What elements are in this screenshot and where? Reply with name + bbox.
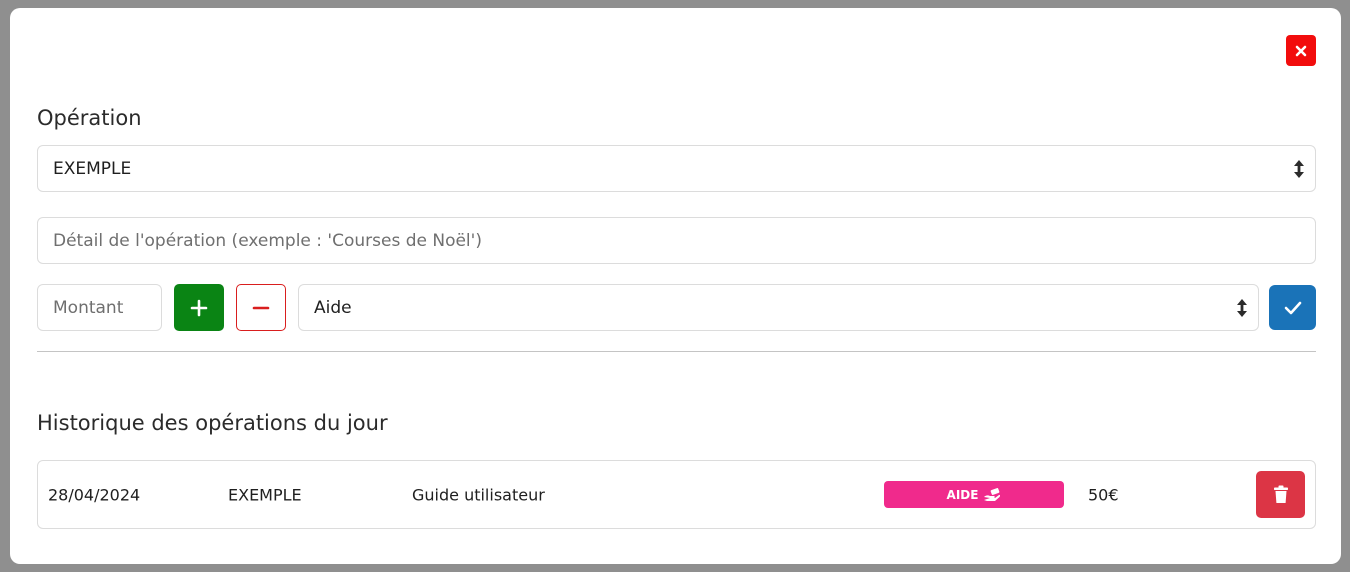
operation-modal: Opération EXEMPLE Détail de l'opération … — [10, 8, 1341, 564]
amount-input[interactable]: Montant — [37, 284, 162, 331]
add-button[interactable] — [174, 284, 224, 331]
category-badge-label: AIDE — [946, 487, 979, 502]
divider — [37, 351, 1316, 352]
row-amount: 50€ — [1088, 485, 1119, 504]
operation-select-value: EXEMPLE — [53, 158, 132, 179]
close-button[interactable] — [1286, 35, 1316, 66]
operation-select[interactable]: EXEMPLE — [37, 145, 1316, 192]
hand-money-icon — [984, 487, 1001, 501]
check-icon — [1284, 301, 1301, 314]
detail-input[interactable]: Détail de l'opération (exemple : 'Course… — [37, 217, 1316, 264]
sort-arrows-icon — [1294, 159, 1304, 178]
category-select-value: Aide — [314, 297, 352, 318]
table-row: 28/04/2024 EXEMPLE Guide utilisateur AID… — [37, 460, 1316, 529]
subtract-button[interactable] — [236, 284, 286, 331]
operation-title: Opération — [37, 106, 142, 130]
trash-icon — [1273, 485, 1288, 503]
delete-button[interactable] — [1256, 471, 1305, 518]
row-date: 28/04/2024 — [48, 485, 141, 504]
row-detail: Guide utilisateur — [412, 485, 545, 504]
minus-icon — [252, 306, 270, 309]
amount-placeholder: Montant — [53, 297, 124, 318]
history-title: Historique des opérations du jour — [37, 411, 388, 435]
sort-arrows-icon — [1237, 298, 1247, 317]
close-icon — [1295, 45, 1307, 56]
row-operation: EXEMPLE — [228, 485, 302, 504]
confirm-button[interactable] — [1269, 285, 1316, 330]
category-badge: AIDE — [884, 481, 1064, 508]
plus-icon — [190, 299, 208, 316]
category-select[interactable]: Aide — [298, 284, 1259, 331]
detail-placeholder: Détail de l'opération (exemple : 'Course… — [53, 230, 482, 251]
